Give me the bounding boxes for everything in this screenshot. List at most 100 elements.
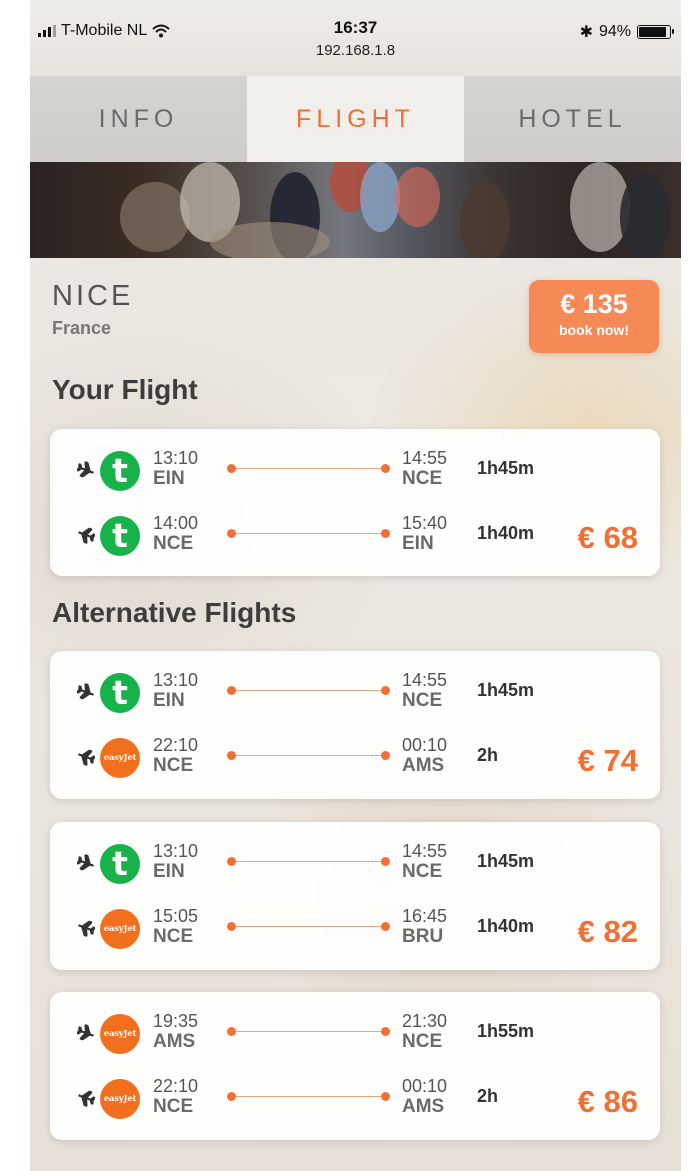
departure-plane-icon xyxy=(76,1024,95,1042)
destination-country: France xyxy=(52,318,112,338)
easyjet-logo-icon: easyJet xyxy=(100,1014,140,1054)
flight-duration: 1h40m xyxy=(477,523,535,543)
flight-leg: t 14:00 NCE 15:40 EIN 1h40m xyxy=(50,511,660,571)
departure-plane-icon xyxy=(76,854,95,872)
transavia-logo-icon: t xyxy=(100,451,140,491)
easyjet-logo-glyph: easyJet xyxy=(103,924,137,934)
flight-duration: 1h45m xyxy=(477,851,535,871)
arrival-time: 16:45 xyxy=(402,906,448,926)
transavia-logo-icon: t xyxy=(100,844,140,884)
battery-icon xyxy=(637,25,674,39)
tab-bar: INFO FLIGHT HOTEL xyxy=(30,76,681,162)
arrival-airport: EIN xyxy=(402,533,434,554)
book-now-label: book now! xyxy=(559,322,629,338)
easyjet-logo-icon: easyJet xyxy=(100,1079,140,1119)
transavia-logo-icon: t xyxy=(100,516,140,556)
departure-time: 13:10 xyxy=(153,670,199,690)
departure-airport: EIN xyxy=(153,690,185,711)
tab-flight[interactable]: FLIGHT xyxy=(247,76,464,162)
route-end-dot xyxy=(381,751,390,760)
route-start-dot xyxy=(227,922,236,931)
transavia-logo-glyph: t xyxy=(112,516,128,555)
flight-price: € 86 xyxy=(577,1084,638,1119)
flight-leg: easyJet 22:10 NCE 00:10 AMS 2h xyxy=(50,733,660,793)
route-line xyxy=(231,755,385,756)
departure-time: 19:35 xyxy=(153,1011,199,1031)
flight-leg: easyJet 19:35 AMS 21:30 NCE 1h55m xyxy=(50,1009,660,1069)
arrival-airport: NCE xyxy=(402,690,443,711)
flight-price: € 68 xyxy=(577,520,638,555)
route-start-dot xyxy=(227,464,236,473)
alternative-flight-card-1[interactable]: t 13:10 EIN 14:55 NCE 1h45m easyJet 22:10 NCE 00:… xyxy=(50,651,660,799)
route-start-dot xyxy=(227,1092,236,1101)
alternative-flight-card-3[interactable]: easyJet 19:35 AMS 21:30 NCE 1h55m easyJet 22:10… xyxy=(50,992,660,1140)
arrival-time: 21:30 xyxy=(402,1011,448,1031)
departure-airport: NCE xyxy=(153,533,194,554)
bluetooth-icon: ✱ xyxy=(579,24,593,41)
tab-hotel[interactable]: HOTEL xyxy=(464,76,681,162)
arrival-airport: BRU xyxy=(402,926,444,947)
flight-duration: 1h45m xyxy=(477,680,535,700)
total-price: € 135 xyxy=(560,289,628,319)
easyjet-logo-glyph: easyJet xyxy=(103,1094,137,1104)
easyjet-logo-icon: easyJet xyxy=(100,738,140,778)
route-line xyxy=(231,926,385,927)
your-flight-card[interactable]: t 13:10 EIN 14:55 NCE 1h45m t 14:00 NCE 15:40 EIN 1… xyxy=(50,429,660,576)
route-end-dot xyxy=(381,922,390,931)
flight-leg: t 13:10 EIN 14:55 NCE 1h45m xyxy=(50,668,660,728)
departure-airport: AMS xyxy=(153,1031,196,1052)
flight-leg: easyJet 22:10 NCE 00:10 AMS 2h xyxy=(50,1074,660,1134)
arrival-time: 14:55 xyxy=(402,670,448,690)
flight-duration: 2h xyxy=(477,1086,499,1106)
departure-airport: EIN xyxy=(153,861,185,882)
battery-fill xyxy=(639,27,667,37)
arrival-time: 00:10 xyxy=(402,735,448,755)
return-plane-icon xyxy=(77,526,96,544)
route-end-dot xyxy=(381,686,390,695)
status-bar: T-Mobile NL 16:37 192.168.1.8 ✱ 94% xyxy=(30,0,681,76)
return-plane-icon xyxy=(77,1089,96,1107)
flight-duration: 1h45m xyxy=(477,458,535,478)
arrival-time: 00:10 xyxy=(402,1076,448,1096)
book-now-button[interactable]: € 135 book now! xyxy=(529,280,659,353)
route-start-dot xyxy=(227,686,236,695)
destination-photo xyxy=(30,162,681,258)
route-end-dot xyxy=(381,857,390,866)
arrival-airport: NCE xyxy=(402,468,443,489)
route-end-dot xyxy=(381,529,390,538)
transavia-logo-glyph: t xyxy=(112,673,128,712)
easyjet-logo-icon: easyJet xyxy=(100,909,140,949)
route-line xyxy=(231,1031,385,1032)
route-start-dot xyxy=(227,751,236,760)
arrival-airport: AMS xyxy=(402,1096,445,1117)
alternative-flights-heading: Alternative Flights xyxy=(52,597,297,628)
battery-percent: 94% xyxy=(598,23,631,40)
route-start-dot xyxy=(227,857,236,866)
status-right: ✱ 94% xyxy=(579,22,674,42)
departure-time: 13:10 xyxy=(153,448,199,468)
transavia-logo-icon: t xyxy=(100,673,140,713)
alternative-flight-card-2[interactable]: t 13:10 EIN 14:55 NCE 1h45m easyJet 15:05 NCE 16:… xyxy=(50,822,660,970)
departure-airport: EIN xyxy=(153,468,185,489)
flight-price: € 82 xyxy=(577,914,638,949)
route-line xyxy=(231,690,385,691)
flight-leg: t 13:10 EIN 14:55 NCE 1h45m xyxy=(50,839,660,899)
departure-time: 14:00 xyxy=(153,513,199,533)
route-line xyxy=(231,861,385,862)
flight-price: € 74 xyxy=(577,743,638,778)
departure-time: 22:10 xyxy=(153,735,199,755)
departure-airport: NCE xyxy=(153,1096,194,1117)
departure-airport: NCE xyxy=(153,755,194,776)
destination-city: NICE xyxy=(52,280,134,312)
arrival-time: 15:40 xyxy=(402,513,448,533)
your-flight-heading: Your Flight xyxy=(52,374,198,405)
page-url[interactable]: 192.168.1.8 xyxy=(30,42,681,59)
return-plane-icon xyxy=(77,748,96,766)
arrival-airport: NCE xyxy=(402,861,443,882)
tab-info[interactable]: INFO xyxy=(30,76,247,162)
flight-duration: 1h55m xyxy=(477,1021,535,1041)
departure-time: 22:10 xyxy=(153,1076,199,1096)
phone-screen: T-Mobile NL 16:37 192.168.1.8 ✱ 94% INFO… xyxy=(30,0,681,1171)
flight-leg: t 13:10 EIN 14:55 NCE 1h45m xyxy=(50,446,660,506)
route-line xyxy=(231,533,385,534)
